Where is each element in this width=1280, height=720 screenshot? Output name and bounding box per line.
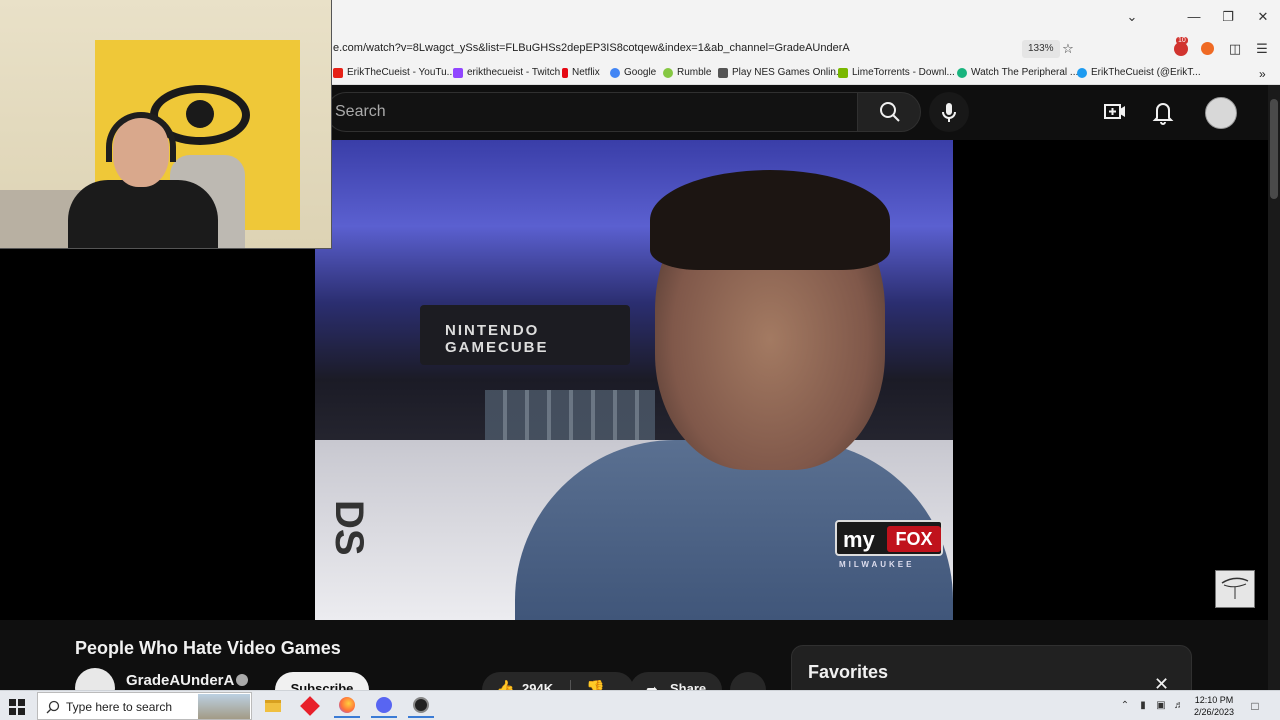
network-icon[interactable]: ▣ [1154,699,1168,713]
discord-button[interactable] [371,694,397,718]
search-button[interactable] [857,92,921,132]
video-frame[interactable]: NINTENDO GAMECUBE DS my FOX MILWAUKEE [315,140,953,620]
bookmark-item[interactable]: ErikTheCueist (@ErikT... [1077,67,1201,78]
channel-logo-icon [1221,577,1249,599]
nes-icon [718,67,728,78]
obs-button[interactable] [408,694,434,718]
twitter-icon [1077,67,1087,78]
file-explorer-button[interactable] [260,694,286,718]
voice-search-button[interactable] [929,92,969,132]
firefox-icon [339,697,355,713]
person-hair [650,170,890,270]
search-icon [46,700,60,714]
video-info: People Who Hate Video Games GradeAUnderA… [0,620,1268,715]
restore-button[interactable]: ❐ [1214,6,1242,28]
bookmark-item[interactable]: erikthecueist - Twitch [453,67,560,78]
bookmarks-overflow-chevron-icon[interactable]: » [1259,67,1266,81]
tray-overflow-chevron-icon[interactable]: ⌃ [1118,699,1132,713]
extensions-puzzle-icon[interactable]: ◫ [1226,40,1244,58]
bookmark-item[interactable]: Google [610,67,656,78]
bookmark-item[interactable]: Rumble [663,67,711,78]
video-create-icon [1104,104,1125,119]
ds-display-text: DS [327,500,371,556]
search-highlight-image[interactable] [198,694,250,719]
close-window-button[interactable]: ✕ [1249,6,1277,28]
verified-check-icon [236,674,248,686]
zoom-level-button[interactable]: 133% [1022,40,1060,58]
rumble-icon [663,67,673,78]
bookmark-star-icon[interactable]: ☆ [1059,40,1077,58]
windows-taskbar: Type here to search ⌃ ▮ ▣ ♬ 12:10 PM 2/2… [0,690,1280,720]
menu-hamburger-icon[interactable]: ☰ [1253,40,1271,58]
myfox-logo: my FOX MILWAUKEE [835,520,943,572]
create-button[interactable] [1100,97,1130,127]
windows-logo-icon [9,699,25,715]
extension-badge: 10 [1176,37,1188,44]
webcam-overlay [0,0,332,249]
clock-time: 12:10 PM [1194,695,1234,705]
bookmark-item[interactable]: Watch The Peripheral ... [957,67,1078,78]
scrollbar-thumb[interactable] [1270,99,1278,199]
bell-icon [1152,103,1174,125]
extension-orange-icon[interactable] [1199,40,1217,58]
video-title: People Who Hate Video Games [75,638,341,658]
limetorrents-icon [838,67,848,78]
taskbar-clock[interactable]: 12:10 PM 2/26/2023 [1192,694,1236,718]
firefox-button[interactable] [334,694,360,718]
folder-icon [265,700,281,712]
microphone-tray-icon[interactable]: ▮ [1136,699,1150,713]
google-icon [610,67,620,78]
peripheral-icon [957,67,967,78]
tab-list-chevron-icon[interactable]: ⌄ [1118,6,1146,28]
eye-pupil [186,100,214,128]
discord-icon [376,697,392,713]
taskbar-search-placeholder: Type here to search [66,700,173,714]
taskbar-search-box[interactable]: Type here to search [37,692,252,720]
volume-icon[interactable]: ♬ [1172,699,1186,713]
account-avatar[interactable] [1205,97,1237,129]
bookmark-item[interactable]: LimeTorrents - Downl... [838,67,955,78]
store-sign: NINTENDO GAMECUBE [420,305,630,365]
channel-watermark[interactable] [1215,570,1255,608]
favorites-title: Favorites [808,662,889,682]
netflix-icon [562,67,568,78]
minimize-button[interactable]: — [1180,6,1208,28]
search-input[interactable]: Search [326,92,858,132]
obs-icon [413,697,429,713]
bookmark-item[interactable]: Play NES Games Onlin... [718,67,844,78]
channel-name[interactable]: GradeAUnderA [126,672,234,689]
page-scrollbar[interactable] [1268,85,1280,690]
start-button[interactable] [8,698,26,716]
clock-date: 2/26/2023 [1193,707,1235,717]
notifications-button[interactable] [1148,97,1178,127]
microphone-icon [942,103,956,122]
twitch-icon [453,67,463,78]
bookmark-item[interactable]: Netflix [562,67,600,78]
youtube-icon [333,67,343,78]
bookmark-item[interactable]: ErikTheCueist - YouTu... [333,67,455,78]
search-icon [880,102,900,122]
red-diamond-icon [300,696,320,716]
notification-center-icon[interactable]: □ [1248,699,1262,713]
url-input[interactable]: e.com/watch?v=8Lwagct_ySs&list=FLBuGHSs2… [333,42,850,54]
streamer-body [68,180,218,248]
taskbar-app-red-button[interactable] [297,694,323,718]
